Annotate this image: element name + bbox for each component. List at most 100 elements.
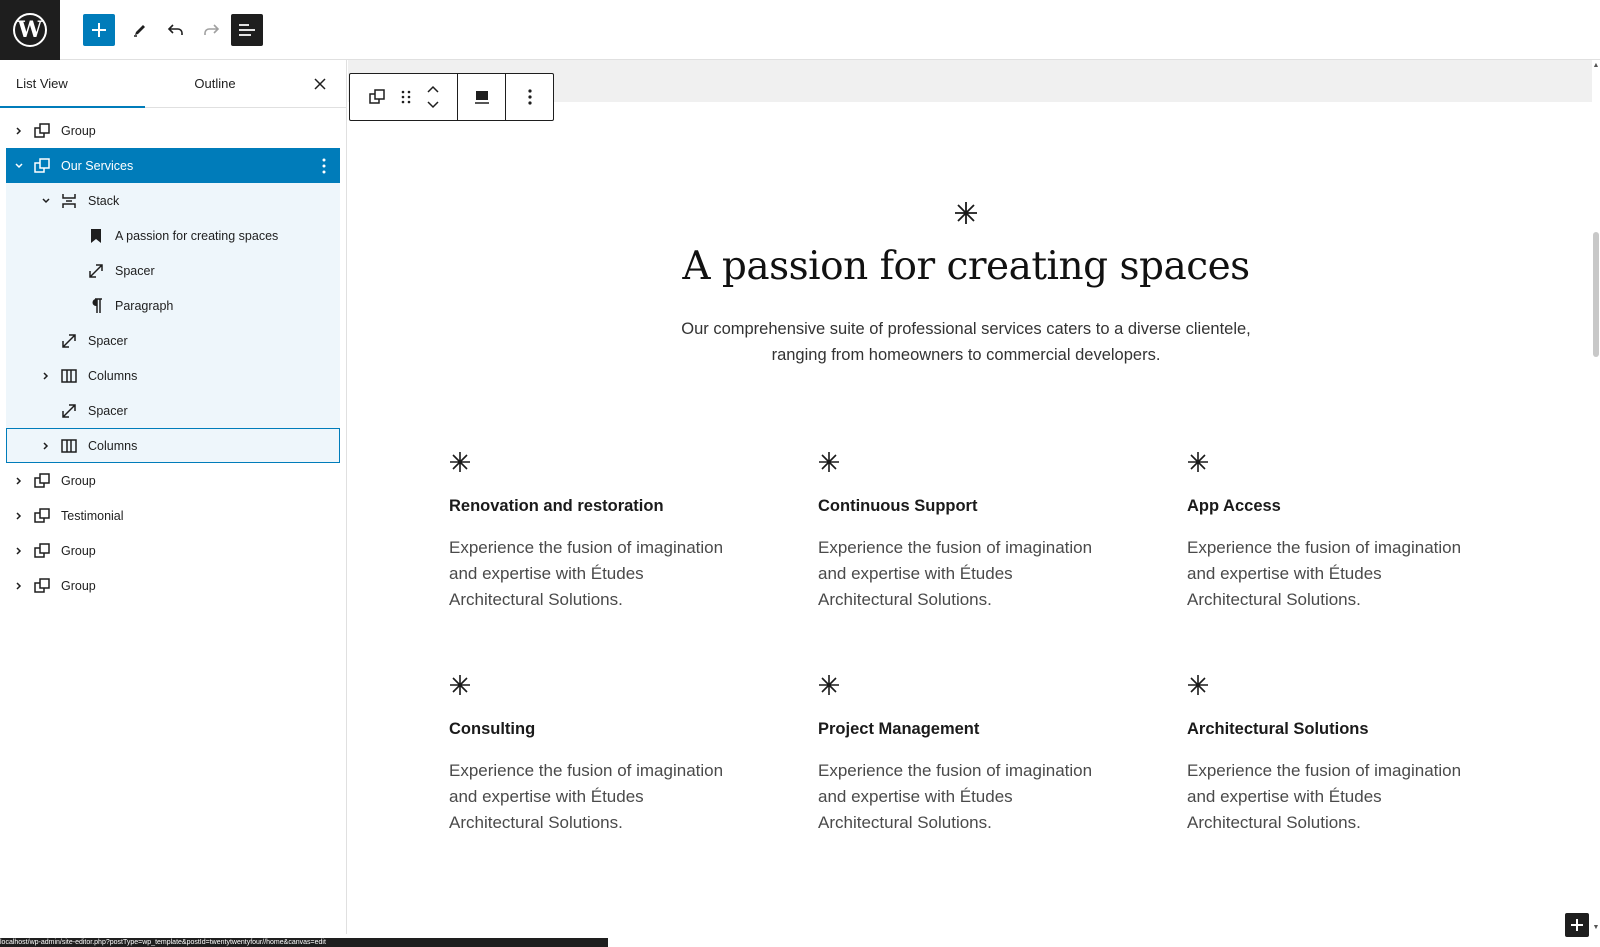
- close-sidebar-button[interactable]: [310, 74, 330, 94]
- service-description: Experience the fusion of imagination and …: [449, 535, 749, 613]
- list-view-row[interactable]: Group: [6, 463, 340, 498]
- service-title: Project Management: [818, 720, 980, 738]
- list-view-row-label: A passion for creating spaces: [115, 228, 279, 243]
- align-button[interactable]: [458, 74, 506, 120]
- chevron-right-icon[interactable]: [12, 474, 26, 488]
- list-view-row[interactable]: Paragraph: [6, 288, 340, 323]
- chevron-right-icon[interactable]: [12, 124, 26, 138]
- chevron-right-icon[interactable]: [39, 369, 53, 383]
- service-title: App Access: [1187, 497, 1281, 515]
- group-icon[interactable]: [368, 88, 386, 106]
- list-view-row-label: Group: [61, 473, 96, 488]
- service-description-line: Architectural Solutions.: [449, 813, 623, 832]
- editor-top-bar: W: [0, 0, 1600, 60]
- section-heading[interactable]: A passion for creating spaces: [600, 244, 1332, 289]
- service-description-line: Experience the fusion of imagination: [818, 538, 1093, 557]
- list-view-row[interactable]: Spacer: [6, 393, 340, 428]
- service-description-line: Experience the fusion of imagination: [449, 538, 724, 557]
- service-description-line: and expertise with Études: [449, 564, 644, 583]
- service-description-line: Architectural Solutions.: [818, 813, 992, 832]
- section-description-line: Our comprehensive suite of professional …: [681, 320, 1251, 338]
- pencil-icon: [134, 25, 145, 37]
- service-description-line: Experience the fusion of imagination: [449, 761, 724, 780]
- add-block-button[interactable]: [1565, 913, 1589, 937]
- list-view-row[interactable]: Testimonial: [6, 498, 340, 533]
- bookmark-icon: [86, 226, 106, 246]
- paragraph-icon: [86, 296, 106, 316]
- list-view-row[interactable]: A passion for creating spaces: [6, 218, 340, 253]
- service-description-line: Architectural Solutions.: [1187, 813, 1361, 832]
- group-icon: [32, 121, 52, 141]
- more-options-icon: [527, 89, 532, 105]
- wordpress-logo-button[interactable]: W: [0, 0, 60, 60]
- list-view-row[interactable]: Columns: [6, 358, 340, 393]
- service-description: Experience the fusion of imagination and …: [818, 535, 1118, 613]
- list-view-icon: [239, 24, 255, 36]
- service-description: Experience the fusion of imagination and …: [449, 758, 749, 836]
- section-description-line: ranging from homeowners to commercial de…: [771, 346, 1161, 364]
- block-options-icon[interactable]: [316, 156, 332, 176]
- group-icon: [32, 156, 52, 176]
- move-up-down-icon[interactable]: [426, 84, 440, 110]
- chevron-right-icon[interactable]: [12, 544, 26, 558]
- spacer-icon: [59, 331, 79, 351]
- service-description-line: and expertise with Études: [818, 787, 1013, 806]
- redo-button[interactable]: [195, 14, 227, 46]
- tab-list-view[interactable]: List View: [0, 60, 145, 108]
- scroll-down-arrow[interactable]: ▼: [1592, 924, 1600, 931]
- more-options-button[interactable]: [506, 74, 553, 120]
- service-description-line: Architectural Solutions.: [1187, 590, 1361, 609]
- asterisk-icon: [450, 452, 470, 472]
- list-view-row-label: Stack: [88, 193, 120, 208]
- service-description: Experience the fusion of imagination and …: [1187, 535, 1487, 613]
- spacer-icon: [86, 261, 106, 281]
- list-view-row-label: Spacer: [88, 403, 128, 418]
- block-inserter-button[interactable]: [83, 14, 115, 46]
- list-view-row-label: Testimonial: [61, 508, 124, 523]
- list-view-row[interactable]: Our Services: [6, 148, 340, 183]
- redo-icon: [204, 24, 220, 35]
- plus-icon: [92, 23, 106, 37]
- columns-icon: [59, 436, 79, 456]
- chevron-down-icon[interactable]: [39, 194, 53, 208]
- canvas-scrollbar-thumb[interactable]: [1593, 232, 1599, 357]
- asterisk-icon: [1188, 452, 1208, 472]
- undo-icon: [167, 24, 183, 35]
- columns-icon: [59, 366, 79, 386]
- list-view-row-label: Paragraph: [115, 298, 174, 313]
- list-view-row[interactable]: Group: [6, 568, 340, 603]
- group-icon: [32, 471, 52, 491]
- chevron-right-icon[interactable]: [12, 579, 26, 593]
- asterisk-icon: [1188, 675, 1208, 695]
- scroll-up-arrow[interactable]: ▲: [1592, 62, 1600, 69]
- tab-outline[interactable]: Outline: [145, 60, 285, 108]
- drag-handle-icon[interactable]: [400, 89, 412, 105]
- section-description[interactable]: Our comprehensive suite of professional …: [630, 316, 1302, 368]
- list-view-row[interactable]: Spacer: [6, 323, 340, 358]
- service-description: Experience the fusion of imagination and …: [818, 758, 1118, 836]
- service-description-line: Experience the fusion of imagination: [1187, 538, 1462, 557]
- chevron-down-icon[interactable]: [12, 159, 26, 173]
- sidebar-tabs: List View Outline: [0, 60, 346, 108]
- list-view-row[interactable]: Group: [6, 113, 340, 148]
- list-view-row-label: Group: [61, 543, 96, 558]
- chevron-right-icon[interactable]: [12, 509, 26, 523]
- service-description-line: Experience the fusion of imagination: [1187, 761, 1462, 780]
- service-title: Continuous Support: [818, 497, 978, 515]
- list-view-row[interactable]: Stack: [6, 183, 340, 218]
- list-view-row[interactable]: Columns: [6, 428, 340, 463]
- service-description-line: and expertise with Études: [818, 564, 1013, 583]
- tools-button[interactable]: [124, 14, 156, 46]
- chevron-right-icon[interactable]: [39, 439, 53, 453]
- list-view-button[interactable]: [231, 14, 263, 46]
- list-view-row[interactable]: Group: [6, 533, 340, 568]
- undo-button[interactable]: [160, 14, 192, 46]
- service-description-line: and expertise with Études: [449, 787, 644, 806]
- spacer-icon: [59, 401, 79, 421]
- status-bar: localhost/wp-admin/site-editor.php?postT…: [0, 938, 608, 947]
- list-view-row[interactable]: Spacer: [6, 253, 340, 288]
- block-toolbar-group-1: [350, 74, 458, 120]
- group-icon: [32, 576, 52, 596]
- canvas-scrollbar[interactable]: [1592, 60, 1600, 934]
- plus-icon: [1571, 919, 1583, 931]
